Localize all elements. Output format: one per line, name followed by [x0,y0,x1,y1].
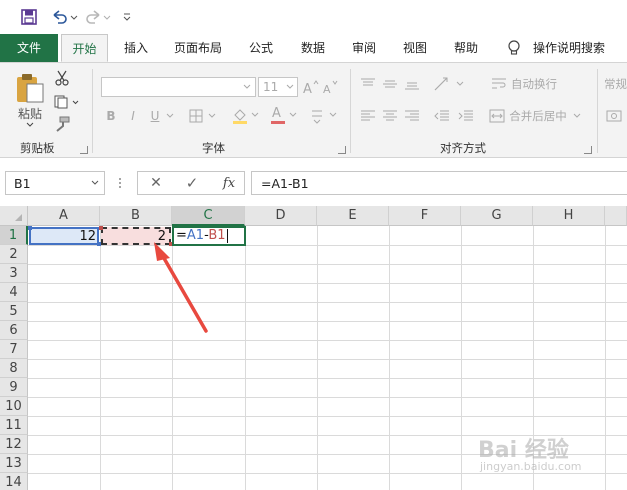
chevron-down-icon [285,80,295,94]
number-format-general[interactable]: 常规 [604,75,627,93]
paste-button-label[interactable]: 粘贴 [14,105,46,121]
align-middle-icon[interactable] [380,75,400,93]
save-icon[interactable] [18,7,40,27]
formula-bar: B1 ✕ ✓ fx =A1-B1 [0,158,627,206]
fill-color-icon[interactable] [230,106,262,126]
paste-icon[interactable] [14,71,46,105]
orientation-icon[interactable] [432,75,468,93]
splitter-handle-icon[interactable] [117,174,123,192]
undo-icon[interactable] [48,7,80,27]
name-box[interactable]: B1 [5,171,105,195]
ribbon-home: 粘贴 剪贴板 11 A A B I U A 字体 自动换行 合并后居中 对齐方式… [0,62,627,158]
tab-formulas[interactable]: 公式 [240,34,282,62]
font-group-label: 字体 [202,141,225,155]
group-divider [350,69,351,153]
svg-text:A: A [323,83,331,95]
wrap-text-icon[interactable] [490,75,508,93]
borders-icon[interactable] [188,107,220,125]
chevron-down-icon [242,80,252,94]
underline-chevron-icon[interactable] [165,111,175,121]
cancel-button[interactable]: ✕ [146,174,166,192]
tab-file[interactable]: 文件 [0,34,58,62]
font-color-letter: A [272,106,281,121]
tab-insert[interactable]: 插入 [114,34,158,62]
tab-review[interactable]: 审阅 [342,34,386,62]
group-divider [597,69,598,153]
quick-access-toolbar [0,0,627,34]
tab-page-layout[interactable]: 页面布局 [166,34,230,62]
tab-help[interactable]: 帮助 [444,34,488,62]
alignment-group-label: 对齐方式 [440,141,486,155]
svg-text:A: A [303,82,312,95]
customize-qat-icon[interactable] [120,7,134,27]
worksheet-grid[interactable]: A B C D E F G H 1 2 3 4 5 6 7 8 9 10 11 … [0,206,627,490]
bold-button[interactable]: B [103,107,119,125]
chevron-down-icon[interactable] [90,177,100,189]
copy-icon[interactable] [52,93,82,111]
decrease-font-icon[interactable]: A [322,77,340,97]
phonetic-guide-icon[interactable] [308,106,340,126]
font-color-icon[interactable]: A [268,106,300,126]
merge-center-button[interactable]: 合并后居中 [506,107,570,125]
redo-icon[interactable] [84,7,114,27]
align-left-icon[interactable] [358,107,378,125]
insert-function-button[interactable]: fx [218,174,240,192]
italic-button[interactable]: I [125,107,141,125]
underline-button[interactable]: U [147,107,163,125]
ribbon-tabs: 文件 开始 插入 页面布局 公式 数据 审阅 视图 帮助 操作说明搜索 [0,34,627,62]
watermark-url: jingyan.baidu.com [480,460,582,473]
merge-chevron-icon[interactable] [572,111,582,121]
increase-indent-icon[interactable] [456,107,476,125]
wrap-text-button[interactable]: 自动换行 [508,75,560,93]
clipboard-launcher-icon[interactable] [80,146,88,154]
tab-home[interactable]: 开始 [61,34,108,62]
font-size-value: 11 [263,80,279,94]
formula-text: =A1-B1 [261,176,309,191]
font-name-combo[interactable] [101,77,256,97]
name-box-value: B1 [14,176,31,191]
lightbulb-icon [505,39,523,57]
currency-format-icon[interactable] [604,107,624,125]
increase-font-icon[interactable]: A [302,77,320,97]
font-size-combo[interactable]: 11 [258,77,298,97]
font-launcher-icon[interactable] [338,146,346,154]
excel-window: 文件 开始 插入 页面布局 公式 数据 审阅 视图 帮助 操作说明搜索 粘贴 剪… [0,0,627,490]
format-painter-icon[interactable] [52,115,72,133]
clipboard-group-label: 剪贴板 [20,141,55,155]
tab-view[interactable]: 视图 [394,34,436,62]
cut-icon[interactable] [52,69,72,87]
enter-button[interactable]: ✓ [182,174,202,192]
decrease-indent-icon[interactable] [432,107,452,125]
merge-center-icon[interactable] [488,107,506,125]
alignment-launcher-icon[interactable] [584,146,592,154]
align-top-icon[interactable] [358,75,378,93]
tell-me-search[interactable]: 操作说明搜索 [528,34,610,62]
formula-input[interactable]: =A1-B1 [251,171,627,195]
align-bottom-icon[interactable] [402,75,422,93]
align-right-icon[interactable] [402,107,422,125]
paste-chevron-icon[interactable] [24,120,36,130]
tab-data[interactable]: 数据 [292,34,334,62]
group-divider [92,69,93,153]
align-center-icon[interactable] [380,107,400,125]
formula-buttons: ✕ ✓ fx [137,171,245,195]
